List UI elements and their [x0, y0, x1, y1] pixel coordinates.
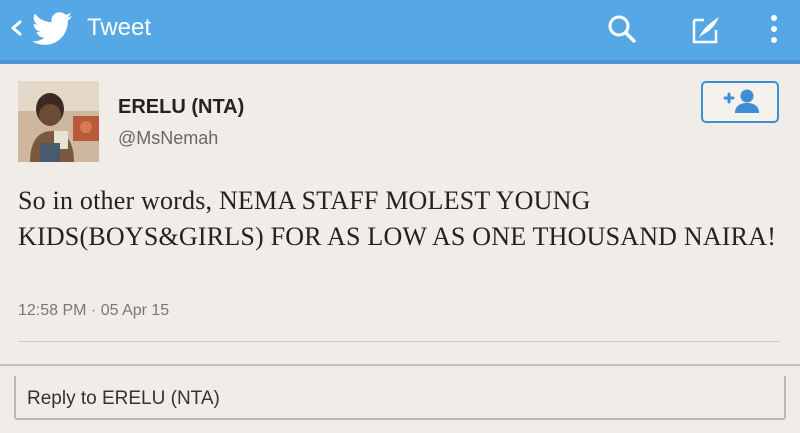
twitter-bird-icon — [32, 12, 72, 45]
twitter-logo[interactable] — [31, 12, 73, 46]
author-handle[interactable]: @MsNemah — [118, 128, 218, 149]
author-name[interactable]: ERELU (NTA) — [118, 96, 244, 119]
compose-button[interactable] — [686, 10, 726, 50]
chevron-left-icon — [11, 20, 22, 36]
reply-placeholder: Reply to ERELU (NTA) — [27, 388, 220, 409]
divider — [18, 341, 780, 342]
overflow-menu-button[interactable] — [754, 10, 794, 50]
reply-box[interactable]: Reply to ERELU (NTA) — [14, 376, 786, 420]
app-bar-title: Tweet — [87, 14, 152, 41]
avatar-photo — [18, 81, 99, 162]
divider — [0, 364, 800, 366]
back-button[interactable] — [5, 14, 27, 42]
tweet-text: So in other words, NEMA STAFF MOLEST YOU… — [18, 186, 777, 251]
compose-icon — [692, 17, 719, 44]
tweet-timestamp: 12:58 PM · 05 Apr 15 — [18, 302, 170, 319]
avatar[interactable] — [18, 81, 99, 162]
more-vertical-icon — [771, 15, 777, 43]
search-icon — [608, 15, 636, 43]
search-button[interactable] — [602, 10, 642, 50]
add-user-icon — [723, 89, 759, 113]
app-bar: Tweet — [0, 0, 800, 64]
follow-button[interactable] — [701, 81, 779, 123]
